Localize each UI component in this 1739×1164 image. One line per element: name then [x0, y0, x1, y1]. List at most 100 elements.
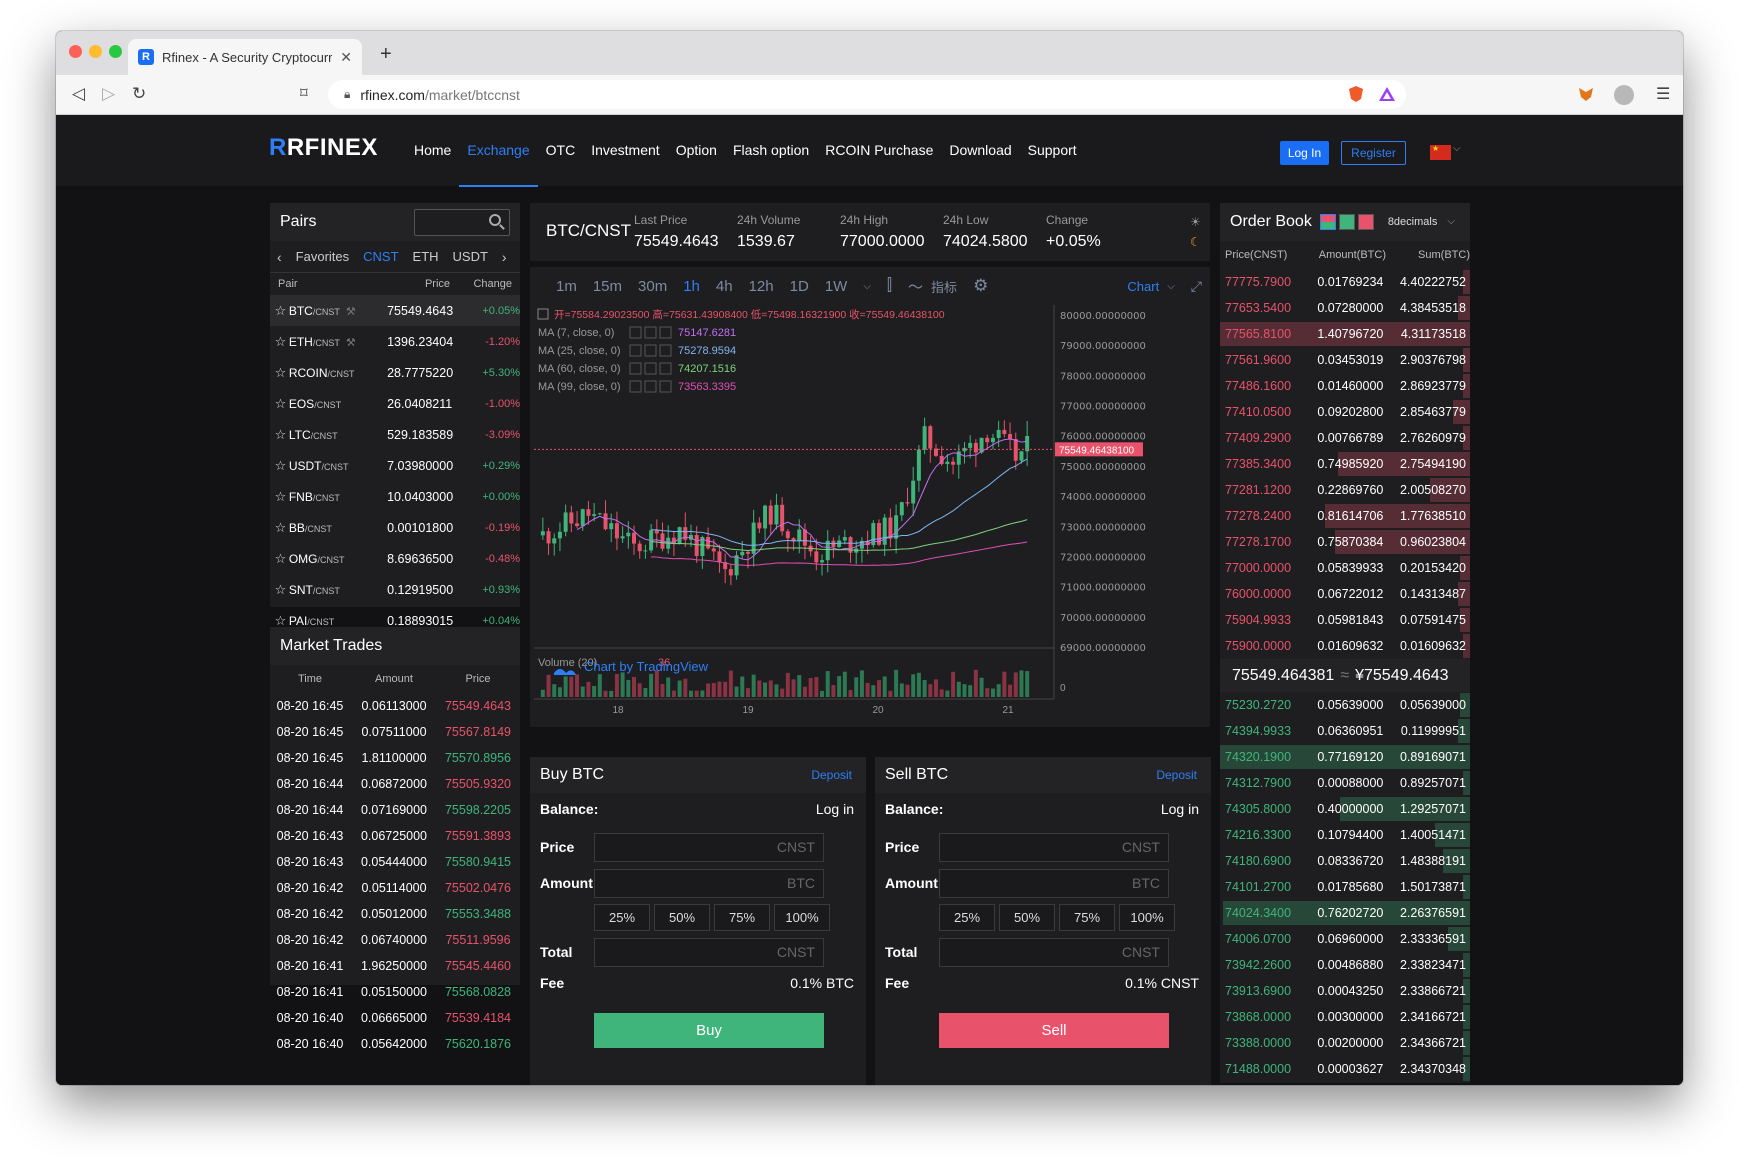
tab-eth[interactable]: ETH	[406, 249, 446, 264]
favorite-star-icon[interactable]: ☆	[272, 427, 289, 443]
view-asks-icon[interactable]	[1357, 214, 1374, 230]
deposit-link[interactable]: Deposit	[811, 757, 852, 793]
interval-1w[interactable]: 1W	[817, 278, 856, 295]
pair-row[interactable]: ☆ EOS/CNST 26.0408211 -1.00%	[270, 388, 520, 419]
bid-row[interactable]: 74101.2700 0.01785680 1.50173871	[1220, 874, 1470, 900]
forward-icon[interactable]: ▷	[102, 84, 115, 104]
percent-100-button[interactable]: 100%	[774, 904, 830, 931]
nav-option[interactable]: Option	[668, 115, 725, 187]
dark-theme-icon[interactable]: ☾	[1190, 235, 1201, 249]
ask-row[interactable]: 75900.0000 0.01609632 0.01609632	[1220, 633, 1470, 659]
pair-row[interactable]: ☆ FNB/CNST 10.0403000 +0.00%	[270, 481, 520, 512]
ask-row[interactable]: 77385.3400 0.74985920 2.75494190	[1220, 451, 1470, 477]
pair-col-header[interactable]: Pair	[270, 278, 382, 290]
price-input[interactable]: CNST	[594, 833, 824, 862]
bid-row[interactable]: 75230.2720 0.05639000 0.05639000	[1220, 692, 1470, 718]
minimize-window-button[interactable]	[89, 45, 102, 58]
percent-50-button[interactable]: 50%	[999, 904, 1055, 931]
bid-row[interactable]: 74320.1900 0.77169120 0.89169071	[1220, 744, 1470, 770]
indicator-line-icon[interactable]: 〜	[900, 276, 931, 297]
ask-row[interactable]: 77775.7900 0.01769234 4.40222752	[1220, 269, 1470, 295]
price-col-header[interactable]: Price	[382, 278, 450, 290]
tab-favorites[interactable]: Favorites	[289, 249, 356, 264]
pair-row[interactable]: ☆ BB/CNST 0.00101800 -0.19%	[270, 512, 520, 543]
ask-row[interactable]: 77000.0000 0.05839933 0.20153420	[1220, 555, 1470, 581]
amount-input[interactable]: BTC	[939, 869, 1169, 898]
interval-1d[interactable]: 1D	[782, 278, 817, 295]
interval-30m[interactable]: 30m	[630, 278, 675, 295]
interval-12h[interactable]: 12h	[741, 278, 782, 295]
maximize-window-button[interactable]	[109, 45, 122, 58]
chevron-right-icon[interactable]: ›	[495, 249, 514, 265]
interval-15m[interactable]: 15m	[585, 278, 630, 295]
nav-otc[interactable]: OTC	[538, 115, 584, 187]
browser-tab[interactable]: R Rfinex - A Security Cryptocurren ✕	[128, 39, 362, 75]
china-flag-icon[interactable]	[1430, 144, 1451, 160]
favorite-star-icon[interactable]: ☆	[272, 489, 289, 505]
settings-gear-icon[interactable]: ⚙	[965, 276, 996, 296]
bid-row[interactable]: 73388.0000 0.00200000 2.34366721	[1220, 1030, 1470, 1056]
buy-button[interactable]: Buy	[594, 1013, 824, 1048]
ask-row[interactable]: 77486.1600 0.01460000 2.86923779	[1220, 373, 1470, 399]
bid-row[interactable]: 74006.0700 0.06960000 2.33336591	[1220, 926, 1470, 952]
balance-login-link[interactable]: Log in	[816, 801, 854, 817]
balance-login-link[interactable]: Log in	[1161, 801, 1199, 817]
chevron-down-icon[interactable]: ⌵	[855, 281, 879, 292]
chevron-down-icon[interactable]: ⌵	[1447, 203, 1455, 241]
register-button[interactable]: Register	[1341, 141, 1406, 165]
view-bids-icon[interactable]	[1338, 214, 1355, 230]
change-col-header[interactable]: Change	[450, 278, 512, 290]
chevron-left-icon[interactable]: ‹	[270, 249, 289, 265]
rfinex-logo[interactable]: RRFINEX	[269, 134, 378, 162]
ask-row[interactable]: 75904.9933 0.05981843 0.07591475	[1220, 607, 1470, 633]
interval-4h[interactable]: 4h	[708, 278, 741, 295]
percent-25-button[interactable]: 25%	[939, 904, 995, 931]
brave-rewards-icon[interactable]	[1378, 85, 1396, 103]
candle-type-icon[interactable]: ⫿	[879, 277, 900, 295]
ask-row[interactable]: 77565.8100 1.40796720 4.31173518	[1220, 321, 1470, 347]
bid-row[interactable]: 74180.6900 0.08336720 1.48388191	[1220, 848, 1470, 874]
decimals-select[interactable]: 8decimals	[1388, 203, 1438, 241]
metamask-extension-icon[interactable]	[1578, 87, 1594, 102]
pair-row[interactable]: ☆ USDT/CNST 7.03980000 +0.29%	[270, 450, 520, 481]
close-tab-icon[interactable]: ✕	[340, 49, 352, 66]
pair-row[interactable]: ☆ OMG/CNST 8.69636500 -0.48%	[270, 543, 520, 574]
menu-icon[interactable]: ☰	[1656, 84, 1670, 104]
tab-cnst[interactable]: CNST	[356, 249, 405, 264]
pair-row[interactable]: ☆ LTC/CNST 529.183589 -3.09%	[270, 419, 520, 450]
chevron-down-icon[interactable]: ⌵	[1167, 281, 1183, 292]
tab-usdt[interactable]: USDT	[446, 249, 495, 264]
pair-row[interactable]: ☆ BTC/CNST ⚒ 75549.4643 +0.05%	[270, 295, 520, 326]
pairs-search-input[interactable]	[414, 209, 510, 236]
total-input[interactable]: CNST	[939, 938, 1169, 967]
profile-avatar-icon[interactable]	[1614, 85, 1634, 105]
indicators-button[interactable]: 指标	[931, 277, 965, 296]
ask-row[interactable]: 77409.2900 0.00766789 2.76260979	[1220, 425, 1470, 451]
deposit-link[interactable]: Deposit	[1156, 757, 1197, 793]
ask-row[interactable]: 76000.0000 0.06722012 0.14313487	[1220, 581, 1470, 607]
pair-row[interactable]: ☆ ETH/CNST ⚒ 1396.23404 -1.20%	[270, 326, 520, 357]
percent-75-button[interactable]: 75%	[1059, 904, 1115, 931]
ask-row[interactable]: 77410.0500 0.09202800 2.85463779	[1220, 399, 1470, 425]
chevron-down-icon[interactable]: ⌵	[1453, 143, 1461, 154]
ask-row[interactable]: 77653.5400 0.07280000 4.38453518	[1220, 295, 1470, 321]
bid-row[interactable]: 74394.9933 0.06360951 0.11999951	[1220, 718, 1470, 744]
fullscreen-icon[interactable]: ⤢	[1183, 278, 1210, 295]
bid-row[interactable]: 74024.3400 0.76202720 2.26376591	[1220, 900, 1470, 926]
reload-icon[interactable]: ↻	[132, 84, 146, 104]
percent-100-button[interactable]: 100%	[1119, 904, 1175, 931]
amount-input[interactable]: BTC	[594, 869, 824, 898]
favorite-star-icon[interactable]: ☆	[272, 551, 289, 567]
favorite-star-icon[interactable]: ☆	[272, 582, 289, 598]
percent-50-button[interactable]: 50%	[654, 904, 710, 931]
favorite-star-icon[interactable]: ☆	[272, 396, 289, 412]
percent-75-button[interactable]: 75%	[714, 904, 770, 931]
login-button[interactable]: Log In	[1280, 141, 1329, 165]
favorite-star-icon[interactable]: ☆	[272, 334, 289, 350]
ask-row[interactable]: 77561.9600 0.03453019 2.90376798	[1220, 347, 1470, 373]
light-theme-icon[interactable]: ☀	[1190, 215, 1201, 229]
nav-home[interactable]: Home	[406, 115, 459, 187]
favorite-star-icon[interactable]: ☆	[272, 458, 289, 474]
ask-row[interactable]: 77278.1700 0.75870384 0.96023804	[1220, 529, 1470, 555]
close-window-button[interactable]	[69, 45, 82, 58]
